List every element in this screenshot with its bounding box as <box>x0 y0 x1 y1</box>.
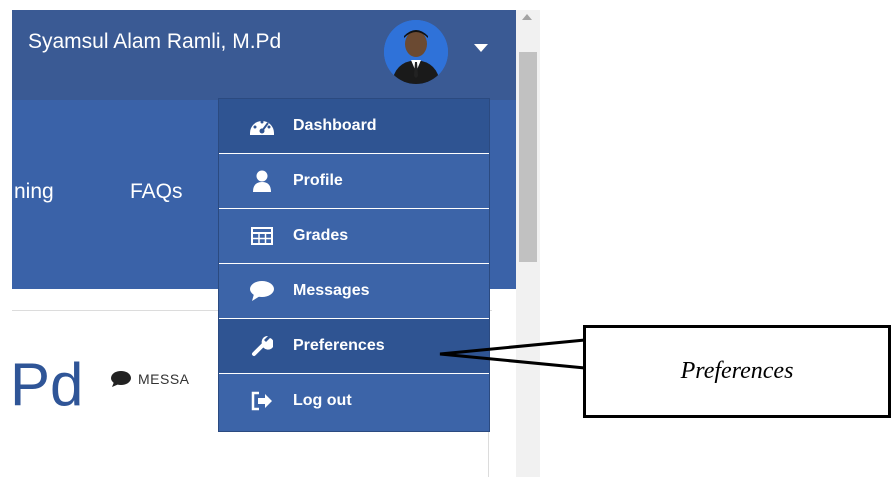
callout-text: Preferences <box>680 358 794 384</box>
callout-box: Preferences <box>583 325 891 418</box>
